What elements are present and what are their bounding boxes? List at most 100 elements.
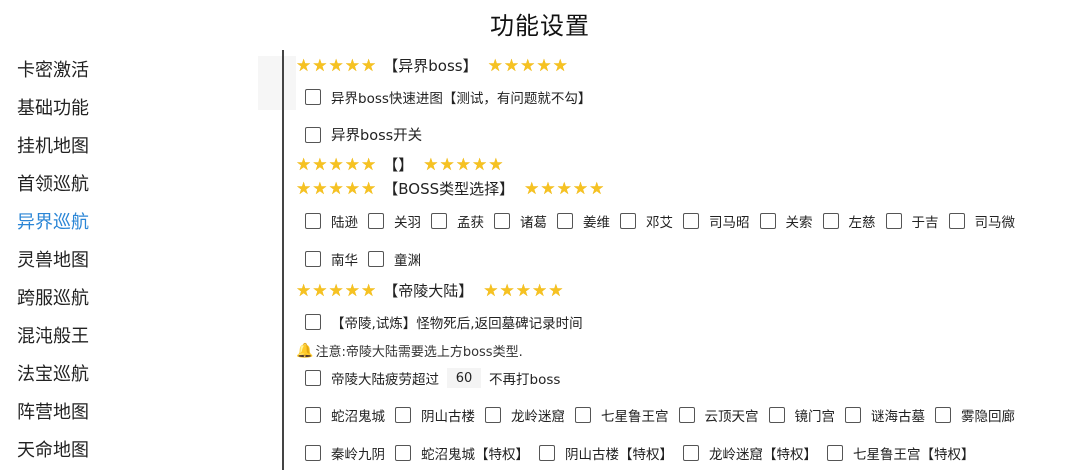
section-header-diling: ★ ★ ★ ★ ★ 【帝陵大陆】 ★ ★ ★ ★ ★ <box>296 280 565 301</box>
checkbox[interactable] <box>683 445 699 461</box>
checkbox[interactable] <box>759 213 776 229</box>
checkbox[interactable] <box>485 407 501 423</box>
option-map-wuyin[interactable]: 雾隐回廊 <box>935 405 1015 425</box>
checkbox-label: 七星鲁王宫【特权】 <box>853 447 975 463</box>
star-icon: ★ <box>556 178 572 199</box>
star-icon: ★ <box>361 55 377 76</box>
option-yijie-switch[interactable]: 异界boss开关 <box>305 124 422 145</box>
option-boss-guansuo[interactable]: 关索 <box>759 211 813 231</box>
checkbox-label: 雾隐回廊 <box>961 409 1015 425</box>
option-boss-guanyu[interactable]: 关羽 <box>368 211 421 231</box>
star-icon: ★ <box>312 280 328 301</box>
checkbox[interactable] <box>305 251 321 267</box>
sidebar-item-yijie[interactable]: 异界巡航 <box>17 208 89 234</box>
checkbox[interactable] <box>305 314 321 330</box>
checkbox[interactable] <box>431 213 447 229</box>
checkbox[interactable] <box>305 407 321 423</box>
fatigue-threshold-input[interactable] <box>447 368 481 388</box>
option-boss-dengai[interactable]: 邓艾 <box>620 211 673 231</box>
star-group-right: ★ ★ ★ ★ ★ <box>488 57 569 75</box>
option-map-yunding[interactable]: 云顶天宫 <box>678 405 759 425</box>
option-boss-nanhua[interactable]: 南华 <box>305 249 358 269</box>
sidebar-item-kami[interactable]: 卡密激活 <box>17 56 89 82</box>
option-boss-jiangwei[interactable]: 姜维 <box>557 211 610 231</box>
checkbox[interactable] <box>368 251 384 267</box>
checkbox[interactable] <box>822 213 839 229</box>
star-group-left: ★ ★ ★ ★ ★ <box>296 282 377 300</box>
sidebar-item-guaji[interactable]: 挂机地图 <box>17 132 89 158</box>
checkbox[interactable] <box>305 445 321 461</box>
sidebar-item-zhenying[interactable]: 阵营地图 <box>17 398 89 424</box>
sidebar-item-tianming[interactable]: 天命地图 <box>17 436 89 462</box>
option-map-longling-vip[interactable]: 龙岭迷窟【特权】 <box>683 443 817 463</box>
option-boss-zuoci[interactable]: 左慈 <box>822 211 876 231</box>
checkbox[interactable] <box>395 445 411 461</box>
checkbox[interactable] <box>368 213 384 229</box>
note-row: 🔔 注意:帝陵大陆需要选上方boss类型. <box>296 341 523 361</box>
option-map-jingmen[interactable]: 镜门宫 <box>768 405 835 425</box>
checkbox-label: 阴山古楼【特权】 <box>565 447 673 463</box>
checkbox[interactable] <box>305 213 321 229</box>
checkbox[interactable] <box>494 213 510 229</box>
option-map-qixing[interactable]: 七星鲁王宫 <box>575 405 669 425</box>
star-group-left: ★ ★ ★ ★ ★ <box>296 156 377 174</box>
checkbox[interactable] <box>305 370 321 386</box>
checkbox[interactable] <box>539 445 555 461</box>
checkbox[interactable] <box>827 445 843 461</box>
star-icon: ★ <box>344 55 360 76</box>
option-map-qinling[interactable]: 秦岭九阴 <box>305 443 385 463</box>
sidebar-item-shouling[interactable]: 首领巡航 <box>17 170 89 196</box>
option-boss-yuji[interactable]: 于吉 <box>885 211 939 231</box>
sidebar-item-kuafu[interactable]: 跨服巡航 <box>17 284 89 310</box>
checkbox-label: 关索 <box>785 215 813 231</box>
checkbox[interactable] <box>575 407 591 423</box>
sidebar-item-basic[interactable]: 基础功能 <box>17 94 89 120</box>
option-yijie-fast-enter[interactable]: 异界boss快速进图【测试，有问题就不勾】 <box>305 87 591 107</box>
checkbox[interactable] <box>620 213 636 229</box>
checkbox-label: 秦岭九阴 <box>331 447 385 463</box>
checkbox-label: 异界boss快速进图【测试，有问题就不勾】 <box>331 91 592 107</box>
checkbox[interactable] <box>935 407 951 423</box>
sidebar-item-hundun[interactable]: 混沌般王 <box>17 322 89 348</box>
star-group-right: ★ ★ ★ ★ ★ <box>524 180 605 198</box>
checkbox[interactable] <box>305 126 321 143</box>
option-map-shezhao[interactable]: 蛇沼鬼城 <box>305 405 385 425</box>
option-boss-luxun[interactable]: 陆逊 <box>305 211 358 231</box>
sidebar-item-fabao[interactable]: 法宝巡航 <box>17 360 89 386</box>
sidebar-divider <box>282 50 284 470</box>
option-boss-simazhao[interactable]: 司马昭 <box>683 211 750 231</box>
section-title: 【BOSS类型选择】 <box>383 180 515 198</box>
option-boss-simawei[interactable]: 司马微 <box>948 211 1015 231</box>
option-map-longling[interactable]: 龙岭迷窟 <box>485 405 565 425</box>
star-icon: ★ <box>499 280 515 301</box>
option-map-mihai[interactable]: 谜海古墓 <box>845 405 925 425</box>
checkbox[interactable] <box>683 213 699 229</box>
checkbox[interactable] <box>305 89 321 105</box>
checkbox[interactable] <box>845 407 861 423</box>
checkbox[interactable] <box>395 407 411 423</box>
checkbox-label: 异界boss开关 <box>331 128 423 144</box>
checkbox[interactable] <box>948 213 965 229</box>
star-icon: ★ <box>328 154 344 175</box>
option-map-qixing-vip[interactable]: 七星鲁王宫【特权】 <box>827 443 975 463</box>
sidebar-item-lingshou[interactable]: 灵兽地图 <box>17 246 89 272</box>
option-diling-return-tomb[interactable]: 【帝陵,试炼】怪物死后,返回墓碑记录时间 <box>305 312 583 332</box>
star-icon: ★ <box>552 55 568 76</box>
star-icon: ★ <box>472 154 488 175</box>
star-icon: ★ <box>548 280 564 301</box>
option-boss-menghuo[interactable]: 孟获 <box>431 211 484 231</box>
checkbox[interactable] <box>885 213 902 229</box>
checkbox-label: 云顶天宫 <box>704 409 759 425</box>
option-map-shezhao-vip[interactable]: 蛇沼鬼城【特权】 <box>395 443 529 463</box>
checkbox-label: 南华 <box>331 253 358 269</box>
checkbox[interactable] <box>557 213 573 229</box>
checkbox[interactable] <box>768 407 785 423</box>
option-row: 【帝陵,试炼】怪物死后,返回墓碑记录时间 <box>305 312 593 332</box>
star-icon: ★ <box>488 154 504 175</box>
checkbox[interactable] <box>678 407 695 423</box>
option-boss-zhuge[interactable]: 诸葛 <box>494 211 547 231</box>
option-map-yinshan-vip[interactable]: 阴山古楼【特权】 <box>539 443 673 463</box>
option-boss-tongyuan[interactable]: 童渊 <box>368 249 421 269</box>
section-header-empty: ★ ★ ★ ★ ★ 【】 ★ ★ ★ ★ ★ <box>296 154 505 175</box>
option-map-yinshan[interactable]: 阴山古楼 <box>395 405 475 425</box>
